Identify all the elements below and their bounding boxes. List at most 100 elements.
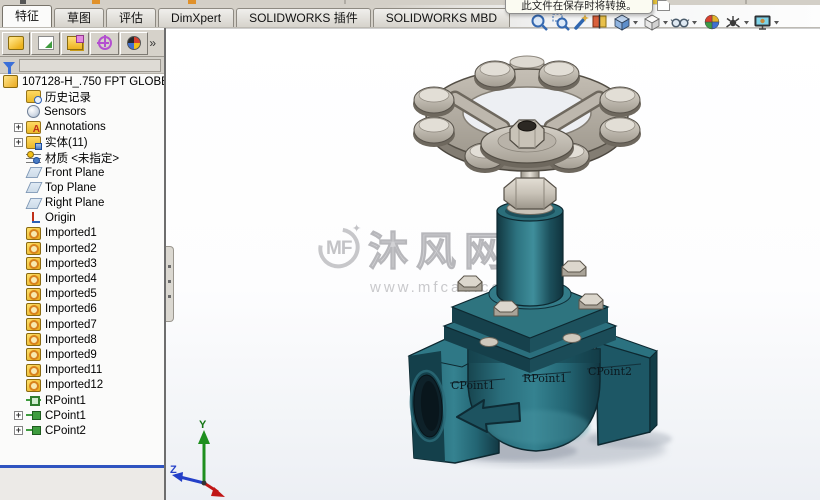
manager-overflow-button[interactable]: » [149, 36, 156, 50]
toolbar-separator [745, 0, 747, 4]
tree-item-label: CPoint1 [45, 409, 86, 422]
tree-item-Origin[interactable]: Origin [0, 211, 164, 226]
panel-splitter-handle[interactable] [166, 246, 174, 322]
tree-item-Sensors[interactable]: Sensors [0, 104, 164, 119]
view-orientation-icon[interactable] [614, 14, 638, 31]
dropdown-caret[interactable] [744, 21, 749, 25]
dropdown-caret[interactable] [663, 21, 668, 25]
tree-item-Imported2[interactable]: Imported2 [0, 241, 164, 256]
part-icon [3, 75, 18, 89]
tree-item-RPoint1[interactable]: RPoint1 [0, 393, 164, 408]
history-icon [26, 90, 42, 105]
tab-DimXpert[interactable]: DimXpert [158, 8, 235, 27]
tab-特征[interactable]: 特征 [2, 5, 53, 27]
tree-item-label: Imported1 [45, 227, 97, 240]
imported-icon [26, 318, 41, 332]
tree-item-107128-H_.750 FPT GLOBE-T[interactable]: 107128-H_.750 FPT GLOBE-T [0, 74, 164, 89]
view-settings-icon[interactable] [754, 15, 779, 30]
tree-item-Imported9[interactable]: Imported9 [0, 347, 164, 362]
zoom-to-area-icon[interactable] [552, 13, 570, 31]
tab-草图[interactable]: 草图 [54, 8, 105, 27]
imported-icon [26, 272, 41, 286]
graphics-area[interactable]: MF ✦ 沐风网 www.mfcad.com CPoint1 RPoint1 C… [166, 28, 820, 500]
tree-item-label: 107128-H_.750 FPT GLOBE-T [22, 75, 164, 88]
tree-item-label: Imported5 [45, 288, 97, 301]
tree-item-CPoint2[interactable]: + CPoint2 [0, 423, 164, 438]
toolbar-separator [344, 0, 346, 4]
tree-item-历史记录[interactable]: 历史记录 [0, 89, 164, 105]
hide-show-items-icon[interactable] [670, 18, 697, 28]
tab-评估[interactable]: 评估 [106, 8, 157, 27]
z-axis-label: Z [170, 464, 177, 476]
imported-icon [26, 333, 41, 347]
property-manager-tab-button[interactable] [31, 31, 60, 55]
toolbar-fragment [20, 0, 26, 4]
tree-item-label: Imported6 [45, 303, 97, 316]
tree-item-label: Imported11 [45, 364, 103, 377]
tooltip-text: 此文件在保存时将转换。 [521, 0, 637, 12]
dropdown-caret[interactable] [774, 21, 779, 25]
tree-item-label: RPoint1 [45, 394, 86, 407]
zoom-to-fit-icon[interactable] [531, 14, 548, 31]
expand-icon[interactable]: + [14, 411, 23, 421]
plane-icon [25, 182, 43, 194]
tree-item-Top Plane[interactable]: Top Plane [0, 180, 164, 195]
tree-item-label: CPoint2 [45, 424, 86, 437]
dropdown-caret[interactable] [692, 21, 697, 25]
model-label-cpoint1: CPoint1 [451, 379, 495, 392]
y-axis-arrow [198, 430, 210, 444]
annotations-icon [26, 120, 41, 135]
tree-item-Imported1[interactable]: Imported1 [0, 226, 164, 241]
tree-item-Annotations[interactable]: + Annotations [0, 120, 164, 135]
tree-item-label: Top Plane [45, 181, 97, 194]
section-view-icon[interactable] [592, 14, 607, 29]
document-icon [657, 0, 670, 11]
material-icon [26, 151, 41, 165]
tab-SOLIDWORKS MBD[interactable]: SOLIDWORKS MBD [372, 8, 511, 27]
filter-icon [3, 61, 15, 74]
filter-input[interactable] [19, 58, 161, 72]
tree-item-Imported5[interactable]: Imported5 [0, 287, 164, 302]
configuration-manager-tab-button[interactable] [60, 31, 90, 55]
tree-item-Imported3[interactable]: Imported3 [0, 256, 164, 271]
expand-icon[interactable]: + [14, 137, 23, 147]
tree-item-材质 <未指定>[interactable]: 材质 <未指定> [0, 150, 164, 165]
tree-item-label: Front Plane [45, 166, 105, 179]
tree-item-label: 实体(11) [45, 137, 88, 150]
tree-item-Imported7[interactable]: Imported7 [0, 317, 164, 332]
imported-icon [26, 378, 41, 392]
feature-manager-tab-button[interactable] [2, 31, 31, 55]
tree-item-Imported12[interactable]: Imported12 [0, 378, 164, 393]
solid-bodies-icon [26, 135, 42, 150]
tree-item-实体(11)[interactable]: + 实体(11) [0, 135, 164, 150]
expand-icon[interactable]: + [14, 426, 23, 436]
feature-manager-tab-icon [8, 36, 25, 50]
globe-valve-model[interactable]: CPoint1 RPoint1 CPoint2 [166, 29, 820, 500]
tree-item-CPoint1[interactable]: + CPoint1 [0, 408, 164, 423]
dropdown-caret[interactable] [633, 21, 638, 25]
tree-item-Right Plane[interactable]: Right Plane [0, 196, 164, 211]
manager-tab-bar: » [0, 30, 164, 57]
tree-item-Imported11[interactable]: Imported11 [0, 363, 164, 378]
tree-item-label: 历史记录 [45, 91, 91, 104]
previous-view-icon[interactable] [574, 14, 589, 30]
valve-bonnet [496, 200, 564, 307]
tree-item-Front Plane[interactable]: Front Plane [0, 165, 164, 180]
tree-item-Imported8[interactable]: Imported8 [0, 332, 164, 347]
dimxpert-manager-tab-button[interactable] [90, 31, 119, 55]
display-manager-tab-button[interactable] [119, 31, 149, 55]
display-style-icon[interactable] [644, 14, 668, 31]
model-label-rpoint1: RPoint1 [523, 372, 567, 385]
expand-icon[interactable]: + [14, 122, 23, 132]
imported-icon [26, 226, 41, 240]
edit-appearance-icon[interactable] [704, 14, 720, 30]
tree-item-Imported4[interactable]: Imported4 [0, 271, 164, 286]
heads-up-view-toolbar [531, 13, 779, 31]
feature-manager-panel: » 107128-H_.750 FPT GLOBE-T 历史记录 Sensors + A… [0, 28, 164, 500]
imported-icon [26, 302, 41, 316]
tree-item-label: Imported4 [45, 273, 97, 286]
tree-item-label: Imported12 [45, 379, 104, 392]
apply-scene-icon[interactable] [726, 16, 750, 28]
tab-SOLIDWORKS 插件[interactable]: SOLIDWORKS 插件 [236, 8, 371, 27]
tree-item-Imported6[interactable]: Imported6 [0, 302, 164, 317]
